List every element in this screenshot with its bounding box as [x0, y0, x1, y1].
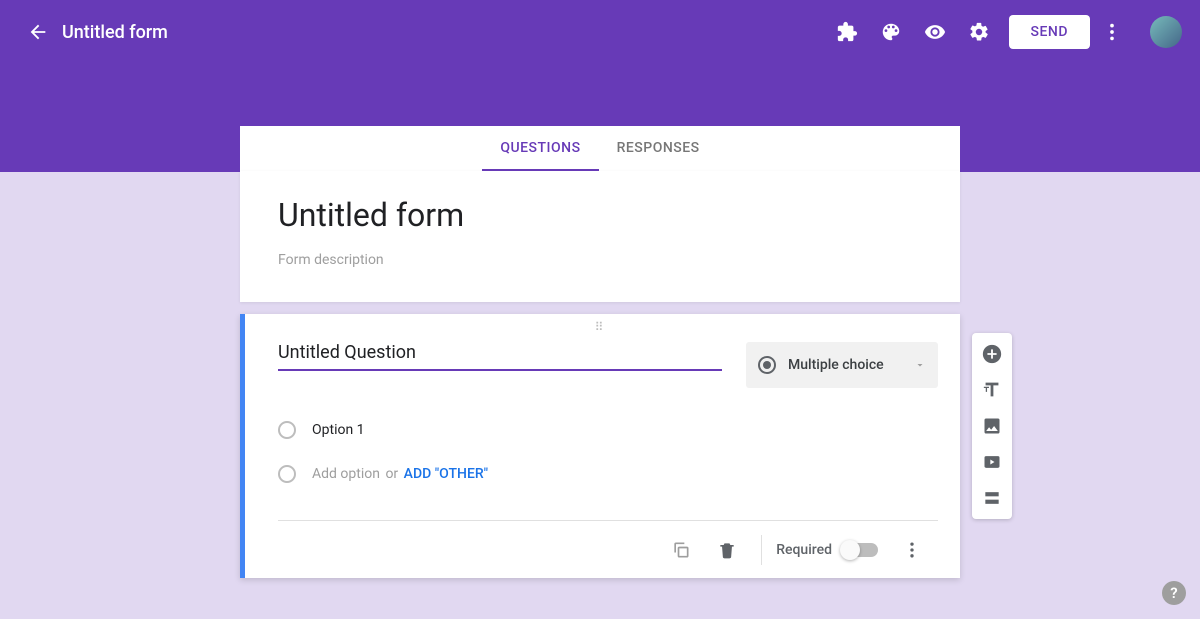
form-header-card: Untitled form Form description: [240, 171, 960, 302]
question-card: ⠿ Untitled Question Multiple choice Opti…: [240, 314, 960, 578]
preview-button[interactable]: [913, 10, 957, 54]
delete-button[interactable]: [707, 530, 747, 570]
avatar[interactable]: [1150, 16, 1182, 48]
required-label: Required: [776, 542, 832, 558]
or-text: or: [385, 466, 398, 482]
add-title-button[interactable]: [975, 375, 1009, 405]
required-toggle[interactable]: [842, 543, 878, 557]
question-more-button[interactable]: [892, 530, 932, 570]
duplicate-button[interactable]: [661, 530, 701, 570]
add-section-button[interactable]: [975, 483, 1009, 513]
main-content: QUESTIONS RESPONSES Untitled form Form d…: [240, 126, 960, 578]
side-toolbar: [972, 333, 1012, 519]
add-video-button[interactable]: [975, 447, 1009, 477]
options-list: Option 1 Add option or ADD "OTHER": [278, 408, 938, 496]
text-icon: [981, 379, 1003, 401]
question-type-select[interactable]: Multiple choice: [746, 342, 938, 388]
add-option-button[interactable]: Add option: [312, 466, 380, 482]
radio-outline-icon: [278, 421, 296, 439]
question-footer: Required: [278, 520, 938, 578]
eye-icon: [924, 21, 946, 43]
send-button[interactable]: SEND: [1009, 15, 1090, 49]
plus-circle-icon: [981, 343, 1003, 365]
image-icon: [982, 416, 1002, 436]
arrow-left-icon: [27, 21, 49, 43]
puzzle-icon: [836, 21, 858, 43]
drag-handle-icon[interactable]: ⠿: [595, 320, 606, 334]
palette-icon: [880, 21, 902, 43]
form-description[interactable]: Form description: [278, 252, 922, 268]
form-title[interactable]: Untitled form: [278, 196, 922, 234]
add-option-row: Add option or ADD "OTHER": [278, 452, 938, 496]
add-image-button[interactable]: [975, 411, 1009, 441]
topbar: Untitled form SEND: [0, 0, 1200, 64]
question-type-label: Multiple choice: [788, 357, 914, 373]
back-button[interactable]: [18, 21, 58, 43]
settings-button[interactable]: [957, 10, 1001, 54]
question-title-input[interactable]: Untitled Question: [278, 342, 722, 371]
copy-icon: [671, 540, 691, 560]
addons-button[interactable]: [825, 10, 869, 54]
divider: [761, 535, 762, 565]
add-question-button[interactable]: [975, 339, 1009, 369]
tab-responses[interactable]: RESPONSES: [599, 126, 718, 171]
tabs-row: QUESTIONS RESPONSES: [240, 126, 960, 171]
radio-icon: [758, 356, 776, 374]
help-icon: ?: [1170, 584, 1177, 602]
tab-questions[interactable]: QUESTIONS: [482, 126, 598, 171]
tabs-card: QUESTIONS RESPONSES Untitled form Form d…: [240, 126, 960, 302]
video-icon: [982, 452, 1002, 472]
chevron-down-icon: [914, 359, 926, 371]
trash-icon: [717, 540, 737, 560]
more-button[interactable]: [1090, 10, 1134, 54]
section-icon: [982, 488, 1002, 508]
more-vert-icon: [902, 540, 922, 560]
option-row: Option 1: [278, 408, 938, 452]
option-label[interactable]: Option 1: [312, 422, 365, 438]
add-other-button[interactable]: ADD "OTHER": [404, 466, 488, 482]
radio-outline-icon: [278, 465, 296, 483]
page-title[interactable]: Untitled form: [62, 22, 168, 43]
gear-icon: [968, 21, 990, 43]
theme-button[interactable]: [869, 10, 913, 54]
more-vert-icon: [1101, 21, 1123, 43]
help-button[interactable]: ?: [1162, 581, 1186, 605]
